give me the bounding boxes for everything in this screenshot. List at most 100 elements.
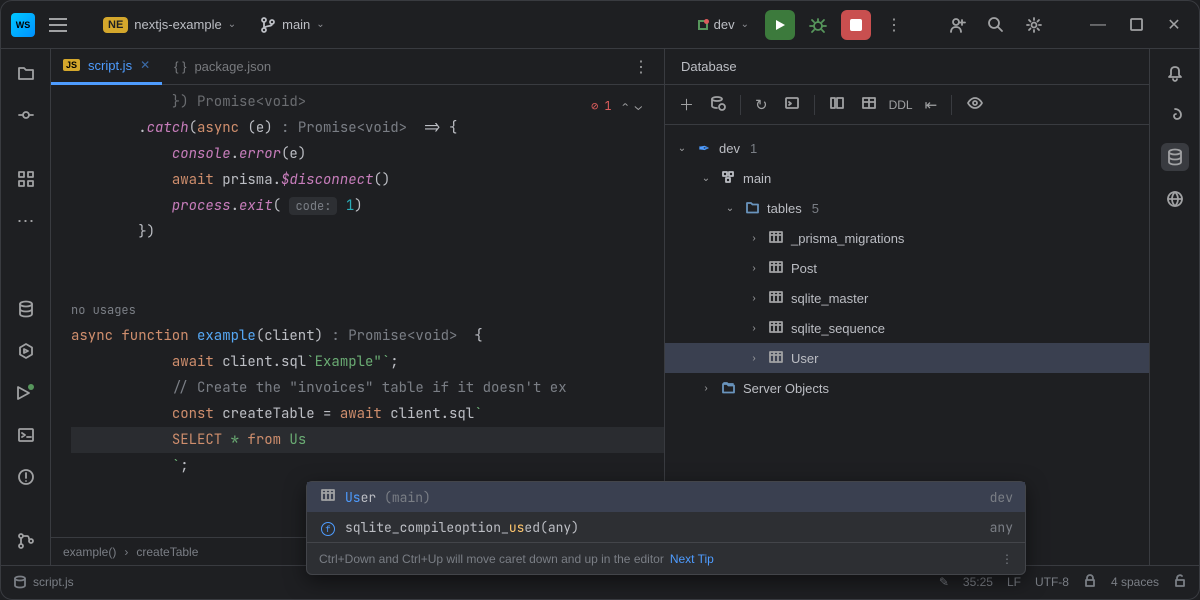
right-tool-sidebar (1149, 49, 1199, 565)
tree-node-tables[interactable]: ⌄ tables 5 (665, 193, 1149, 223)
branch-selector[interactable]: main ⌄ (252, 13, 333, 37)
project-tool-button[interactable] (12, 59, 40, 87)
globe-icon (1166, 190, 1184, 208)
tree-node-table-selected[interactable]: › User (665, 343, 1149, 373)
view-mode-2-button[interactable] (857, 91, 881, 119)
left-tool-sidebar: ⋯ (1, 49, 51, 565)
branch-icon (260, 17, 276, 33)
terminal-tool-button[interactable] (12, 421, 40, 449)
run-button[interactable] (765, 10, 795, 40)
completion-tip: Ctrl+Down and Ctrl+Up will move caret do… (307, 542, 1025, 574)
chevron-down-icon: ⌄ (228, 19, 236, 30)
nav-up-icon[interactable]: ⌃ (622, 93, 629, 119)
folder-stack-icon (719, 380, 737, 397)
search-everywhere-button[interactable] (981, 10, 1011, 40)
status-caret-position[interactable]: 35:25 (963, 575, 993, 589)
tree-node-table[interactable]: › sqlite_sequence (665, 313, 1149, 343)
run-config-selector[interactable]: dev ⌄ (690, 13, 757, 36)
error-circle-icon: ⊘ (591, 93, 598, 119)
completion-item[interactable]: f sqlite_compileoption_used(any) any (307, 512, 1025, 542)
tabs-more-button[interactable]: ⋮ (626, 52, 656, 82)
tree-node-table[interactable]: › Post (665, 253, 1149, 283)
table-icon (767, 230, 785, 247)
tab-label: package.json (194, 59, 271, 74)
table-icon (767, 350, 785, 367)
titlebar: WS NE nextjs-example ⌄ main ⌄ dev ⌄ ⋮ ― … (1, 1, 1199, 49)
preview-button[interactable] (962, 90, 988, 120)
chevron-right-icon: › (747, 233, 761, 244)
chevron-down-icon: ⌄ (699, 173, 713, 184)
database-tool-button[interactable] (1161, 143, 1189, 171)
chevron-right-icon: › (699, 383, 713, 394)
status-file[interactable]: script.js (13, 575, 74, 589)
status-pen-icon[interactable]: ✎ (939, 575, 949, 589)
maximize-button[interactable] (1121, 10, 1151, 40)
tree-node-schema-main[interactable]: ⌄ main (665, 163, 1149, 193)
json-file-icon: { } (174, 59, 186, 74)
chevron-right-icon: › (747, 353, 761, 364)
project-selector[interactable]: NE nextjs-example ⌄ (95, 13, 244, 37)
run-tool-button[interactable] (12, 379, 40, 407)
project-name-label: nextjs-example (134, 17, 221, 32)
tree-node-table[interactable]: › sqlite_master (665, 283, 1149, 313)
vcs-tool-button[interactable] (12, 527, 40, 555)
ai-assistant-button[interactable] (1161, 101, 1189, 129)
chevron-right-icon: › (747, 263, 761, 274)
more-actions-button[interactable]: ⋮ (879, 10, 909, 40)
next-tip-link[interactable]: Next Tip (670, 552, 714, 566)
folder-icon (743, 200, 761, 217)
status-line-ending[interactable]: LF (1007, 575, 1021, 589)
settings-button[interactable] (1019, 10, 1049, 40)
more-tools-button[interactable]: ⋯ (12, 207, 40, 235)
close-button[interactable]: ✕ (1159, 10, 1189, 40)
problems-tool-button[interactable] (12, 463, 40, 491)
chevron-right-icon: › (747, 323, 761, 334)
web-tool-button[interactable] (1161, 185, 1189, 213)
breadcrumb-item[interactable]: example() (63, 545, 116, 559)
error-indicator[interactable]: ⊘ 1 ⌃ ⌄ (591, 93, 642, 119)
status-indent[interactable]: 4 spaces (1111, 575, 1159, 589)
tree-node-dev[interactable]: ⌄ ✒ dev 1 (665, 133, 1149, 163)
chevron-down-icon: ⌄ (316, 19, 324, 30)
notifications-button[interactable] (1161, 59, 1189, 87)
services-tool-button[interactable] (12, 337, 40, 365)
close-tab-button[interactable]: ✕ (140, 58, 150, 72)
structure-icon (17, 170, 35, 188)
refresh-button[interactable]: ↻ (751, 92, 772, 118)
code-area[interactable]: ⊘ 1 ⌃ ⌄ }) Promise<void> .catch(async (e… (51, 85, 664, 537)
breadcrumb-item[interactable]: createTable (136, 545, 198, 559)
new-datasource-button[interactable]: ＋ (675, 90, 698, 119)
jump-to-console-button[interactable] (780, 91, 804, 119)
nav-down-icon[interactable]: ⌄ (635, 93, 642, 119)
completion-item-selected[interactable]: User (main) dev (307, 482, 1025, 512)
play-icon (773, 18, 787, 32)
database-icon (17, 300, 35, 318)
person-plus-icon (949, 16, 967, 34)
commit-icon (17, 106, 35, 124)
popup-more-button[interactable]: ⋮ (1001, 552, 1013, 566)
debug-button[interactable] (803, 10, 833, 40)
tab-package-json[interactable]: { } package.json (162, 49, 283, 85)
collapse-all-button[interactable]: ⇤ (921, 92, 942, 118)
minimize-button[interactable]: ― (1083, 10, 1113, 40)
status-lock-icon[interactable] (1173, 573, 1187, 590)
tab-script-js[interactable]: JS script.js ✕ (51, 49, 162, 85)
database-icon (13, 575, 27, 589)
stop-button[interactable] (841, 10, 871, 40)
ddl-button[interactable]: DDL (889, 98, 913, 112)
tree-node-server-objects[interactable]: › Server Objects (665, 373, 1149, 403)
maximize-icon (1130, 18, 1143, 31)
completion-popup[interactable]: User (main) dev f sqlite_compileoption_u… (306, 481, 1026, 575)
table-icon (767, 320, 785, 337)
view-mode-1-button[interactable] (825, 91, 849, 119)
commit-tool-button[interactable] (12, 101, 40, 129)
tree-node-table[interactable]: › _prisma_migrations (665, 223, 1149, 253)
status-readonly-icon[interactable] (1083, 573, 1097, 590)
status-encoding[interactable]: UTF-8 (1035, 575, 1069, 589)
code-with-me-button[interactable] (943, 10, 973, 40)
main-menu-button[interactable] (43, 10, 73, 40)
datasource-props-button[interactable] (706, 91, 730, 119)
structure-tool-button[interactable] (12, 165, 40, 193)
db-tool-button[interactable] (12, 295, 40, 323)
chevron-right-icon: › (747, 293, 761, 304)
